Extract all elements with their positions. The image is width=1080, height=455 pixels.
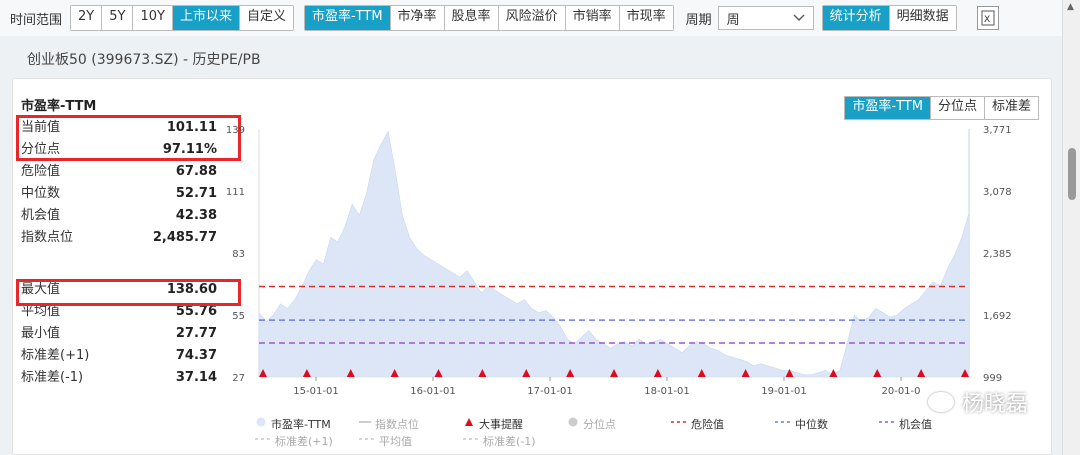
time-range-button[interactable]: 5Y [102, 6, 134, 30]
chart-card: 市盈率-TTM 当前值 101.11 分位点 97.11% 危险值 67.88 中位数 52.… [12, 78, 1052, 455]
y-left-tick-label: 139 [226, 125, 245, 136]
y-right-tick-label: 2,385 [983, 249, 1012, 260]
period-select[interactable]: 周 [717, 6, 814, 30]
chart-tab[interactable]: 标准差 [984, 97, 1038, 119]
legend-label: 指数点位 [375, 417, 419, 431]
chart-legend: 市盈率-TTM 指数点位 大事提醒 分位点 危险值 中位数 机会值 标准差(+1) 平均值 标准差… [253, 415, 981, 449]
legend-label: 分位点 [583, 417, 616, 431]
y-right-tick-label: 999 [983, 373, 1002, 384]
legend-icon [357, 417, 375, 430]
legend-item[interactable]: 中位数 [773, 416, 877, 432]
legend-row: 标准差(+1) 平均值 标准差(-1) [253, 432, 981, 449]
time-range-button[interactable]: 上市以来 [172, 6, 240, 30]
legend-item[interactable]: 市盈率-TTM [253, 416, 357, 432]
chart-tab[interactable]: 分位点 [930, 97, 985, 119]
legend-item[interactable]: 分位点 [565, 416, 669, 432]
metric-group: 市盈率-TTM 市净率 股息率 风险溢价 市销率 市现率 [303, 5, 674, 31]
view-group: 统计分析 明细数据 [821, 5, 957, 31]
excel-export-icon[interactable]: X [976, 6, 999, 30]
legend-label: 标准差(+1) [275, 434, 333, 448]
legend-label: 市盈率-TTM [271, 417, 331, 431]
legend-label: 大事提醒 [479, 417, 523, 431]
x-tick-label: 19-01-01 [761, 386, 806, 397]
scroll-up-icon[interactable]: ▲ [1067, 2, 1074, 12]
y-right-tick-label: 3,771 [983, 125, 1012, 136]
stats-title: 市盈率-TTM [21, 99, 97, 114]
x-tick-label: 18-01-01 [644, 386, 689, 397]
metric-button[interactable]: 市净率 [390, 6, 445, 30]
legend-icon [461, 434, 483, 447]
time-range-button[interactable]: 10Y [133, 6, 173, 30]
legend-icon [253, 434, 275, 447]
chart-tabs: 市盈率-TTM 分位点 标准差 [844, 96, 1039, 120]
watermark: 杨晓磊 [928, 386, 1028, 418]
legend-icon [357, 434, 379, 447]
legend-item[interactable]: 指数点位 [357, 416, 461, 432]
legend-icon [461, 417, 479, 430]
metric-button[interactable]: 市现率 [619, 6, 673, 30]
legend-icon [773, 417, 795, 430]
legend-item[interactable]: 危险值 [669, 416, 773, 432]
legend-label: 标准差(-1) [483, 434, 536, 448]
y-left-tick-label: 55 [232, 311, 245, 322]
svg-text:X: X [984, 15, 990, 25]
legend-row: 市盈率-TTM 指数点位 大事提醒 分位点 危险值 中位数 机会值 [253, 415, 981, 432]
metric-button[interactable]: 市盈率-TTM [304, 6, 391, 30]
pe-area-series [258, 130, 970, 378]
metric-button[interactable]: 市销率 [565, 6, 620, 30]
y-left-tick-label: 83 [232, 249, 245, 260]
toolbar: 时间范围 2Y 5Y 10Y 上市以来 自定义 市盈率-TTM 市净率 股息率 风险溢价 市销率… [0, 0, 1062, 36]
y-left-tick-label: 111 [226, 187, 245, 198]
legend-label: 中位数 [795, 417, 828, 431]
page-title: 创业板50 (399673.SZ) - 历史PE/PB [27, 52, 261, 68]
time-range-label: 时间范围 [10, 12, 63, 28]
y-left-tick-label: 27 [232, 373, 245, 384]
x-tick-label: 15-01-01 [293, 386, 338, 397]
metric-button[interactable]: 股息率 [444, 6, 499, 30]
time-range-button[interactable]: 2Y [71, 6, 103, 30]
legend-icon [669, 417, 691, 430]
watermark-text: 杨晓磊 [962, 392, 1029, 417]
x-tick-label: 20-01-0 [881, 386, 920, 397]
legend-icon [565, 417, 583, 430]
wechat-icon [928, 392, 954, 412]
y-right-tick-label: 1,692 [983, 311, 1012, 322]
vertical-scrollbar[interactable]: ▲ [1062, 0, 1080, 455]
legend-icon [253, 417, 271, 430]
time-range-group: 2Y 5Y 10Y 上市以来 自定义 [70, 5, 294, 31]
legend-label: 危险值 [691, 417, 724, 431]
view-mode-button[interactable]: 明细数据 [889, 6, 956, 30]
legend-item[interactable]: 大事提醒 [461, 416, 565, 432]
period-label: 周期 [685, 12, 712, 28]
period-value: 周 [726, 12, 740, 28]
x-tick-label: 16-01-01 [410, 386, 455, 397]
metric-button[interactable]: 风险溢价 [498, 6, 566, 30]
scroll-thumb[interactable] [1068, 148, 1076, 200]
time-range-button[interactable]: 自定义 [239, 6, 293, 30]
pe-chart: 139 111 83 55 27 3,771 3,078 2,385 1,692 999 15-01… [226, 125, 1012, 397]
y-right-tick-label: 3,078 [983, 187, 1012, 198]
legend-icon [877, 417, 899, 430]
legend-item[interactable]: 标准差(+1) [253, 433, 357, 449]
chevron-down-icon [793, 11, 805, 26]
legend-item[interactable]: 平均值 [357, 433, 461, 449]
legend-item[interactable]: 标准差(-1) [461, 433, 565, 449]
view-mode-button[interactable]: 统计分析 [822, 6, 890, 30]
legend-label: 平均值 [379, 434, 412, 448]
chart-tab[interactable]: 市盈率-TTM [845, 97, 931, 119]
x-tick-label: 17-01-01 [527, 386, 572, 397]
